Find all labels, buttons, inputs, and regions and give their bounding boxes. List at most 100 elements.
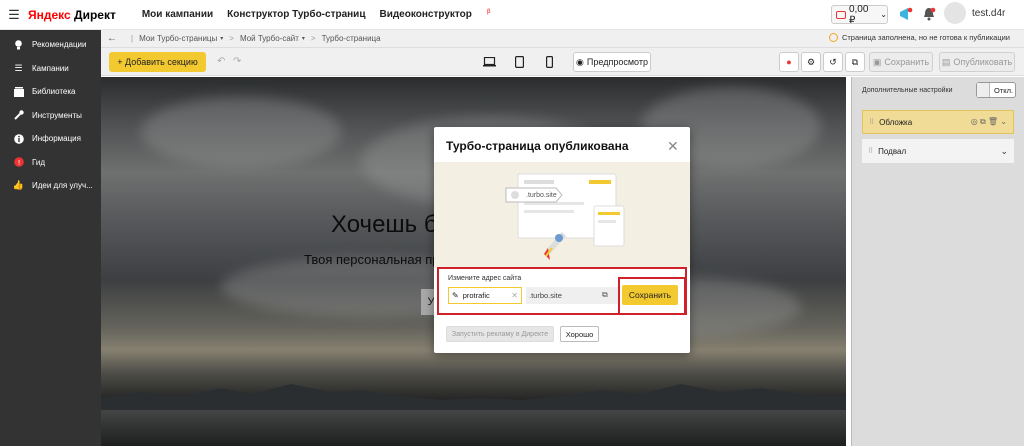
history-icon: ↺ xyxy=(829,56,837,67)
section-item-cover[interactable]: ⠿ Обложка ◎ ⧉ 🗑 ⌄ xyxy=(862,110,1014,134)
section-item-footer[interactable]: ⠿ Подвал ⌄ xyxy=(862,139,1014,163)
beta-mark: β xyxy=(486,8,491,15)
editor-toolbar: + Добавить секцию ↶ ↷ ◉ Предпросмотр ● ⚙… xyxy=(101,48,1024,76)
chevron-down-icon: ⌄ xyxy=(880,10,887,19)
tablet-view-icon[interactable] xyxy=(512,55,526,69)
nav-video-constructor[interactable]: Видеоконструктор β xyxy=(379,9,490,20)
menu-icon[interactable]: ☰ xyxy=(4,7,24,23)
notifications-button[interactable]: ● xyxy=(779,52,799,72)
floppy-icon: ▣ xyxy=(872,56,882,67)
redo-icon[interactable]: ↷ xyxy=(233,56,241,67)
site-illustration xyxy=(505,173,625,260)
sidebar-item-label: Библиотека xyxy=(32,87,76,97)
bell-icon[interactable] xyxy=(922,7,936,21)
published-illustration: .turbo.site xyxy=(434,162,690,268)
separator: > xyxy=(310,34,316,43)
sidebar-item-campaigns[interactable]: ☰ Кампании xyxy=(0,57,101,81)
svg-text:!: ! xyxy=(17,159,20,167)
nav-video-label: Видеоконструктор xyxy=(379,9,472,21)
preview-button[interactable]: ◉ Предпросмотр xyxy=(573,52,651,72)
copy-url-icon[interactable]: ⧉ xyxy=(602,290,608,300)
drag-handle-icon[interactable]: ⠿ xyxy=(868,147,873,155)
undo-icon[interactable]: ↶ xyxy=(217,56,225,67)
settings-button[interactable]: ⚙ xyxy=(801,52,821,72)
sidebar-item-label: Кампании xyxy=(32,63,69,73)
breadcrumb-turbo-site[interactable]: Мой Турбо-сайт xyxy=(240,34,299,43)
publish-icon: ▤ xyxy=(941,56,951,67)
modal-title: Турбо-страница опубликована xyxy=(446,139,629,153)
info-icon xyxy=(12,133,25,144)
username[interactable]: test.d4r xyxy=(972,8,1005,19)
publish-button[interactable]: ▤ Опубликовать xyxy=(939,52,1015,72)
run-ads-button[interactable]: Запустить рекламу в Директе xyxy=(446,326,554,342)
copy-button[interactable]: ⧉ xyxy=(845,52,865,72)
sidebar-item-label: Рекомендации xyxy=(32,40,87,50)
library-icon xyxy=(12,86,25,97)
sidebar-item-label: Гид xyxy=(32,157,46,167)
drag-handle-icon[interactable]: ⠿ xyxy=(869,118,874,126)
sidebar-item-tools[interactable]: Инструменты xyxy=(0,104,101,128)
status-warning-icon xyxy=(828,33,838,42)
change-url-label: Измените адрес сайта xyxy=(448,275,522,282)
sidebar-item-recommendations[interactable]: Рекомендации xyxy=(0,33,101,57)
save-url-button[interactable]: Сохранить xyxy=(622,285,678,305)
sidebar-item-label: Идеи для улуч... xyxy=(32,181,93,191)
megaphone-icon[interactable] xyxy=(899,7,913,21)
illustration-url-label: .turbo.site xyxy=(526,192,557,199)
site-address-input[interactable]: ✎ protrafic ✕ xyxy=(448,287,522,304)
sidebar-item-label: Информация xyxy=(32,134,81,144)
clear-input-icon[interactable]: ✕ xyxy=(511,291,518,300)
site-address-value: protrafic xyxy=(462,291,490,300)
breadcrumb: ← | Мои Турбо-страницы ▾ > Мой Турбо-сай… xyxy=(101,30,1024,48)
eye-icon: ◉ xyxy=(576,56,584,67)
extra-settings-toggle[interactable]: Откл. xyxy=(976,82,1016,98)
pencil-icon: ✎ xyxy=(452,291,459,300)
extra-settings-label: Дополнительные настройки xyxy=(862,87,953,94)
avatar[interactable] xyxy=(944,2,966,24)
sidebar-item-label: Инструменты xyxy=(32,110,82,120)
logo-yandex: Яндекс xyxy=(28,7,71,22)
status-badge: Страница заполнена, но не готова к публи… xyxy=(828,33,1010,42)
section-item-label: Подвал xyxy=(878,146,907,156)
nav-turbo-constructor[interactable]: Конструктор Турбо-страниц xyxy=(227,9,365,20)
breadcrumb-turbo-pages[interactable]: Мои Турбо-страницы xyxy=(139,34,217,43)
status-text: Страница заполнена, но не готова к публи… xyxy=(841,33,1010,42)
top-bar: ☰ Яндекс Директ Мои кампании Конструктор… xyxy=(0,0,1024,30)
section-actions-icons[interactable]: ◎ ⧉ 🗑 ⌄ xyxy=(971,117,1007,127)
balance-value: 0,00 ₽ xyxy=(848,3,869,26)
separator: | xyxy=(131,34,134,43)
chevron-down-icon[interactable]: ▾ xyxy=(220,35,223,42)
logo-direct: Директ xyxy=(70,7,116,22)
close-icon[interactable]: ✕ xyxy=(667,138,679,155)
sidebar: Рекомендации ☰ Кампании Библиотека Инстр… xyxy=(0,30,101,446)
breadcrumb-turbo-page: Турбо-страница xyxy=(321,34,381,43)
copy-icon: ⧉ xyxy=(851,56,859,67)
thumbs-up-icon: 👍 xyxy=(12,180,25,191)
balance-button[interactable]: 0,00 ₽ ⌄ xyxy=(831,3,888,26)
save-button[interactable]: ▣ Сохранить xyxy=(869,52,933,72)
save-label: Сохранить xyxy=(884,57,930,67)
desktop-view-icon[interactable] xyxy=(482,55,496,69)
sidebar-item-guide[interactable]: ! Гид xyxy=(0,151,101,175)
sidebar-item-info[interactable]: Информация xyxy=(0,127,101,151)
alert-icon: ● xyxy=(786,57,792,67)
nav-campaigns[interactable]: Мои кампании xyxy=(142,9,213,20)
mobile-view-icon[interactable] xyxy=(542,55,556,69)
publish-label: Опубликовать xyxy=(953,57,1013,67)
lightbulb-icon xyxy=(12,39,25,50)
logo[interactable]: Яндекс Директ xyxy=(28,8,116,22)
sidebar-item-library[interactable]: Библиотека xyxy=(0,80,101,104)
preview-label: Предпросмотр xyxy=(586,57,648,67)
sidebar-item-ideas[interactable]: 👍 Идеи для улуч... xyxy=(0,174,101,198)
history-button[interactable]: ↺ xyxy=(823,52,843,72)
gear-icon: ⚙ xyxy=(806,56,816,67)
chevron-down-icon[interactable]: ▾ xyxy=(302,35,305,42)
toggle-knob xyxy=(977,83,990,97)
toggle-label: Откл. xyxy=(994,85,1014,95)
chevron-down-icon[interactable]: ⌄ xyxy=(1000,146,1008,157)
separator: > xyxy=(229,34,234,43)
back-arrow-icon[interactable]: ← xyxy=(107,33,117,44)
guide-icon: ! xyxy=(12,157,25,167)
ok-button[interactable]: Хорошо xyxy=(560,326,599,342)
add-section-button[interactable]: + Добавить секцию xyxy=(109,52,206,72)
